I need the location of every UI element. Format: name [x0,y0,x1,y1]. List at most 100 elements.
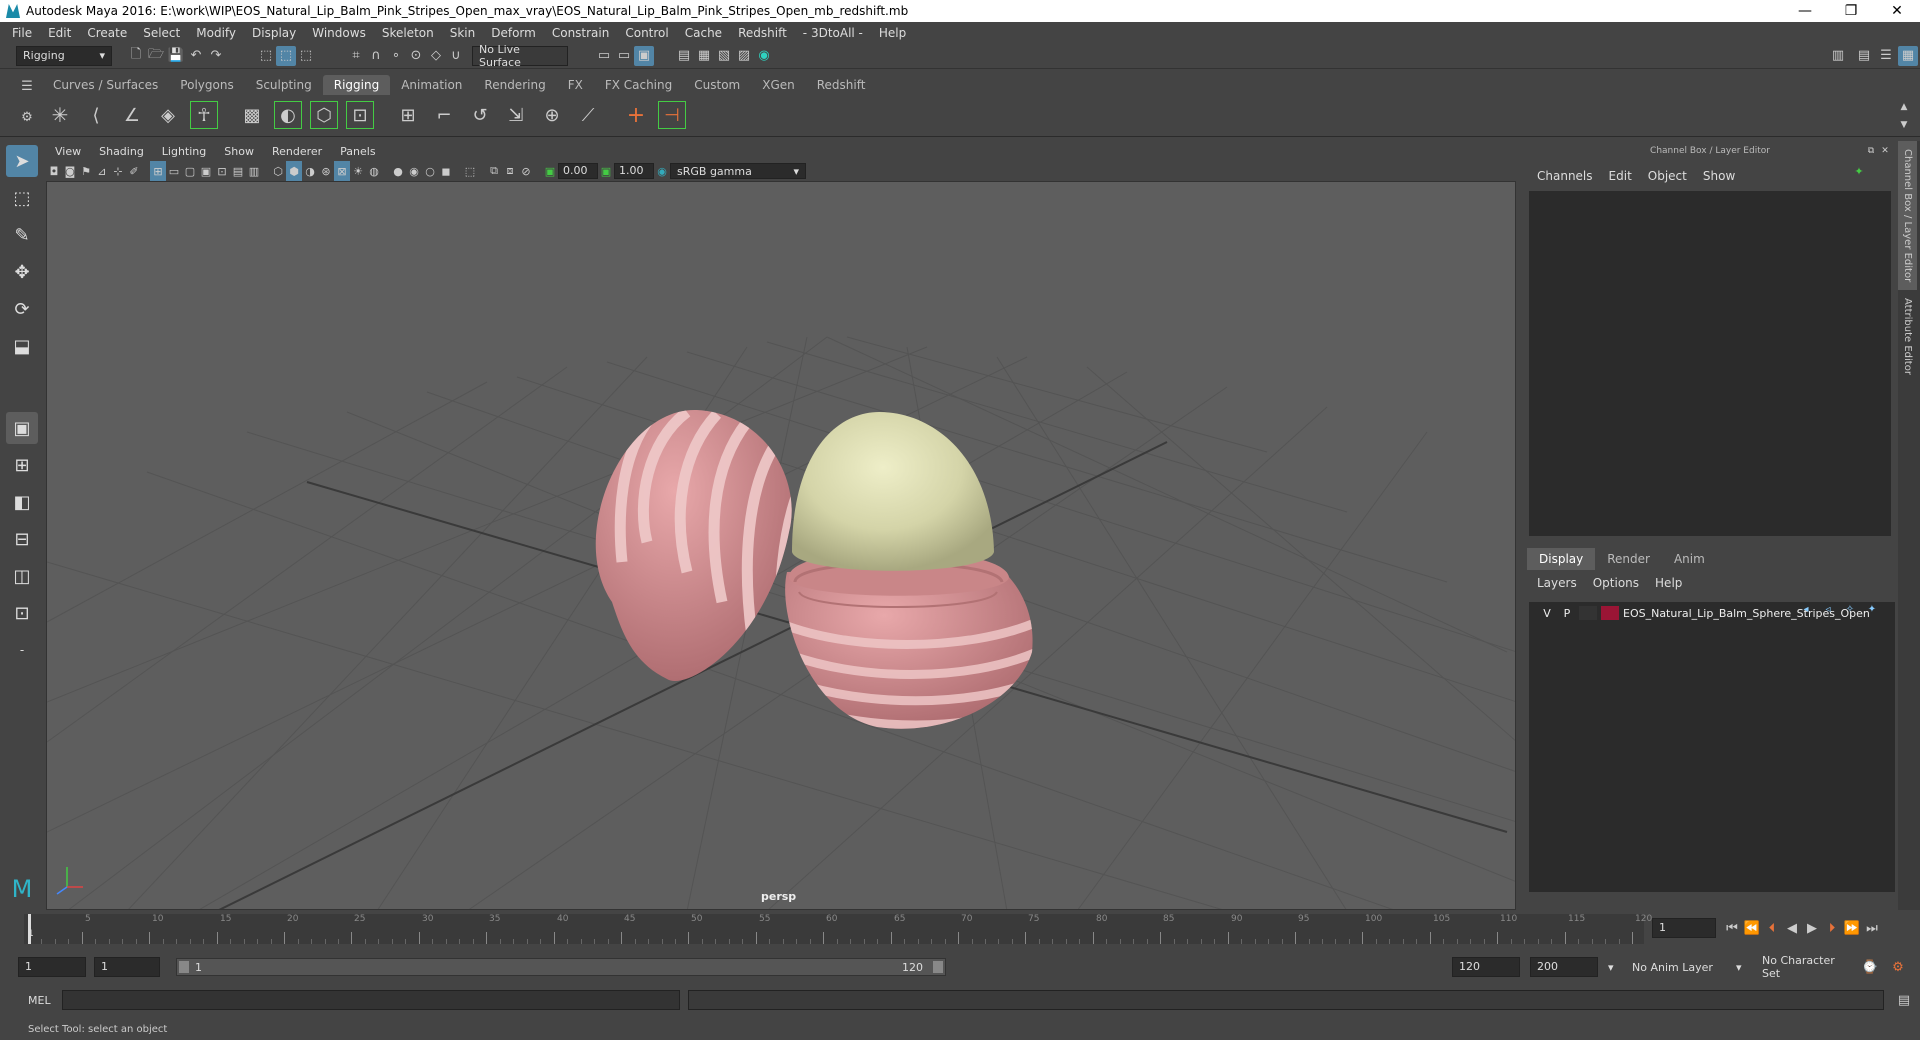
locator-icon[interactable]: + [622,101,650,129]
menu-deform[interactable]: Deform [483,26,544,40]
shelf-tab-redshift[interactable]: Redshift [806,75,877,95]
menu-constrain[interactable]: Constrain [544,26,618,40]
channel-box-area[interactable] [1529,191,1891,536]
image-plane-icon[interactable]: ⊿ [94,161,110,181]
channel-box-menu-edit[interactable]: Edit [1601,169,1640,183]
save-scene-icon[interactable]: 💾 [166,46,186,66]
viewport-menu-lighting[interactable]: Lighting [153,145,215,158]
bind-skin-icon[interactable]: ▩ [238,101,266,129]
shelf-tab-xgen[interactable]: XGen [751,75,806,95]
modeling-toolkit-icon[interactable]: ▥ [1828,46,1848,66]
pole-vector-icon[interactable]: ⟋ [574,101,602,129]
humanik-icon[interactable]: ☥ [190,101,218,129]
four-view-icon[interactable]: ⊞ [6,449,38,481]
anim-layer-dropdown[interactable]: ▾ No Anim Layer [1608,957,1738,977]
backface-icon[interactable]: ⊘ [518,161,534,181]
menu-set-dropdown[interactable]: Rigging ▾ [16,45,112,66]
layer-tab-render[interactable]: Render [1595,548,1662,570]
menu-windows[interactable]: Windows [304,26,374,40]
layer-menu-layers[interactable]: Layers [1529,576,1585,590]
snap-surface-icon[interactable]: ◇ [426,46,446,66]
bookmark-icon[interactable]: ⚑ [78,161,94,181]
exposure-icon[interactable]: ▣ [542,161,558,181]
mirror-joint-icon[interactable]: ◈ [154,101,182,129]
xray-active-icon[interactable]: ⧈ [502,161,518,181]
step-forward-icon[interactable]: ⏩ [1842,918,1862,938]
snap-curve-icon[interactable]: ∩ [366,46,386,66]
menu-select[interactable]: Select [135,26,188,40]
2d-pan-zoom-icon[interactable]: ⊹ [110,161,126,181]
xray-icon[interactable]: ◼ [438,161,454,181]
scale-constraint-icon[interactable]: ⇲ [502,101,530,129]
range-handle-end[interactable] [933,961,943,973]
shelf-options-icon[interactable]: ⚙ [17,107,37,127]
safe-title-icon[interactable]: ▥ [246,161,262,181]
rotate-tool-icon[interactable]: ⟳ [6,293,38,325]
select-component-icon[interactable]: ⬚ [296,46,316,66]
layer-display-type[interactable] [1579,606,1597,620]
viewport-menu-renderer[interactable]: Renderer [263,145,331,158]
side-tab-attribute-editor[interactable]: Attribute Editor [1898,290,1917,383]
range-bar[interactable]: 1 120 [176,958,946,976]
aim-constraint-icon[interactable]: ⌐ [430,101,458,129]
depth-of-field-icon[interactable]: ○ [422,161,438,181]
isolate-select-icon[interactable]: ⬚ [462,161,478,181]
layer-menu-help[interactable]: Help [1647,576,1690,590]
viewport-menu-shading[interactable]: Shading [90,145,153,158]
lattice-icon[interactable]: ⬡ [310,101,338,129]
new-scene-icon[interactable]: 🗋 [126,46,146,66]
viewport-menu-panels[interactable]: Panels [331,145,384,158]
joint-tool-icon[interactable]: ✳ [46,101,74,129]
shelf-scroll-up-icon[interactable]: ▲ [1894,97,1914,117]
step-back-key-icon[interactable]: ⏴ [1762,918,1782,938]
redo-icon[interactable]: ↷ [206,46,226,66]
new-layer-icon[interactable]: ✦ [1863,599,1881,619]
shelf-tab-sculpting[interactable]: Sculpting [245,75,323,95]
go-to-end-icon[interactable]: ⏭ [1862,918,1882,938]
shelf-tab-rigging[interactable]: Rigging [322,75,391,95]
smooth-bind-icon[interactable]: ◐ [274,101,302,129]
minimize-button[interactable]: — [1782,0,1828,22]
scale-tool-icon[interactable]: ⬓ [6,330,38,362]
textured-icon[interactable]: ⊛ [318,161,334,181]
render-current-icon[interactable]: ▦ [694,46,714,66]
play-backwards-icon[interactable]: ◀ [1782,918,1802,938]
shelf-tab-polygons[interactable]: Polygons [169,75,244,95]
xray-joints-icon[interactable]: ⧉ [486,161,502,181]
menu-skeleton[interactable]: Skeleton [374,26,442,40]
menu-3dtoall[interactable]: - 3DtoAll - [795,26,871,40]
command-language-label[interactable]: MEL [28,994,51,1007]
shelf-tab-custom[interactable]: Custom [683,75,751,95]
multisample-aa-icon[interactable]: ◉ [406,161,422,181]
set-driven-key-icon[interactable]: ⊣ [658,101,686,129]
menu-file[interactable]: File [4,26,40,40]
camera-icon[interactable]: ◘ [46,161,62,181]
cluster-icon[interactable]: ⊡ [346,101,374,129]
gamma-icon[interactable]: ▣ [598,161,614,181]
persp-outliner-icon[interactable]: ◧ [6,486,38,518]
playback-end-field[interactable]: 120 [1452,957,1520,977]
menu-redshift[interactable]: Redshift [730,26,795,40]
wireframe-on-shaded-icon[interactable]: ◑ [302,161,318,181]
parent-constraint-icon[interactable]: ⊕ [538,101,566,129]
restore-button[interactable]: ❐ [1828,0,1874,22]
exposure-field[interactable]: 0.00 [558,163,598,179]
select-hierarchy-icon[interactable]: ⬚ [256,46,276,66]
move-layer-up-icon[interactable]: ◂ [1797,599,1815,619]
channel-box-menu-object[interactable]: Object [1640,169,1695,183]
channel-box-menu-channels[interactable]: Channels [1529,169,1601,183]
move-tool-icon[interactable]: ✥ [6,256,38,288]
script-editor-icon[interactable]: ▤ [1894,990,1914,1010]
screen-space-ao-icon[interactable]: ◍ [366,161,382,181]
snap-grid-icon[interactable]: ⌗ [346,46,366,66]
animation-preferences-icon[interactable]: ⚙ [1888,957,1908,977]
ik-handle-icon[interactable]: ⟨ [82,101,110,129]
input-ops-icon[interactable]: ▭ [594,46,614,66]
current-frame-field[interactable]: 1 [1652,918,1716,938]
shelf-tab-rendering[interactable]: Rendering [473,75,556,95]
point-constraint-icon[interactable]: ⊞ [394,101,422,129]
layout-more-icon[interactable]: - [6,634,38,666]
layer-color-swatch[interactable] [1601,606,1619,620]
new-layer-selected-icon[interactable]: ✧ [1841,599,1859,619]
render-settings-icon[interactable]: ▨ [734,46,754,66]
